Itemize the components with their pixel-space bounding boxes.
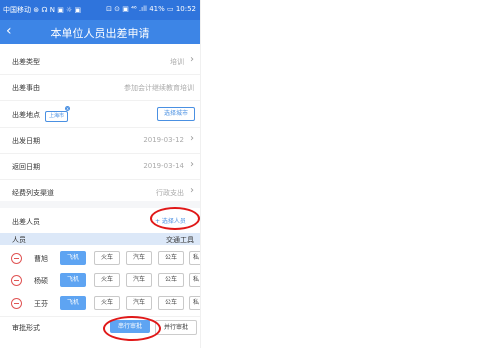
expense-channel-value: 行政支出: [156, 189, 184, 197]
parallel-approval-button[interactable]: 并行审批: [155, 320, 197, 335]
phone-screen: 中国移动 ⊛ ☊ N ▣ ☼ ▣ ⊡ ⊙ ▣ ⁴⁶ .ıll 41% ▭ 10:…: [0, 0, 201, 348]
depart-date-value: 2019-03-12: [143, 136, 184, 144]
transport-chip-car[interactable]: 汽车: [126, 273, 152, 287]
personnel-label: 出差人员: [12, 218, 40, 226]
person-name: 杨硕: [34, 277, 48, 285]
person-name: 曹旭: [34, 255, 48, 263]
trip-reason-value: 参加会计继续教育培训: [124, 84, 194, 92]
trip-type-label: 出差类型: [12, 58, 40, 66]
trip-location-row: 出差地点 上海市 x 选择城市: [0, 100, 200, 128]
remove-person-icon[interactable]: [11, 298, 22, 309]
transport-chip-train[interactable]: 火车: [94, 296, 120, 310]
chevron-right-icon: ›: [190, 54, 194, 65]
transport-chip-official-car[interactable]: 公车: [158, 296, 184, 310]
transport-chip-plane[interactable]: 飞机: [60, 251, 86, 265]
return-date-value: 2019-03-14: [143, 162, 184, 170]
transport-chip-official-car[interactable]: 公车: [158, 251, 184, 265]
depart-date-label: 出发日期: [12, 137, 40, 145]
transport-chip-official-car[interactable]: 公车: [158, 273, 184, 287]
page-title: 本单位人员出差申请: [50, 27, 150, 40]
depart-date-row[interactable]: 出发日期 2019-03-12 ›: [0, 127, 200, 154]
remove-person-icon[interactable]: [11, 253, 22, 264]
transport-chip-plane[interactable]: 飞机: [60, 296, 86, 310]
select-personnel-button[interactable]: + 选择人员: [155, 216, 186, 225]
transport-chip-private[interactable]: 私: [189, 296, 200, 310]
section-divider: [0, 201, 200, 208]
status-bar-left: 中国移动 ⊛ ☊ N ▣ ☼ ▣: [3, 6, 82, 14]
status-bar: 中国移动 ⊛ ☊ N ▣ ☼ ▣ ⊡ ⊙ ▣ ⁴⁶ .ıll 41% ▭ 10:…: [0, 0, 200, 20]
serial-approval-button[interactable]: 串行审批: [110, 320, 150, 333]
chevron-right-icon: ›: [190, 159, 194, 170]
transport-chip-plane[interactable]: 飞机: [60, 273, 86, 287]
person-row: 杨硕 飞机 火车 汽车 公车 私: [0, 269, 200, 291]
status-bar-right: ⊡ ⊙ ▣ ⁴⁶ .ıll 41% ▭ 10:52: [106, 5, 196, 13]
person-row: 王芬 飞机 火车 汽车 公车 私: [0, 292, 200, 314]
trip-type-row[interactable]: 出差类型 培训 ›: [0, 48, 200, 75]
personnel-row: 出差人员 + 选择人员: [0, 208, 200, 233]
person-name: 王芬: [34, 300, 48, 308]
column-transport: 交通工具: [166, 236, 194, 244]
return-date-row[interactable]: 返回日期 2019-03-14 ›: [0, 153, 200, 180]
transport-chip-car[interactable]: 汽车: [126, 296, 152, 310]
trip-reason-row[interactable]: 出差事由 参加会计继续教育培训: [0, 74, 200, 101]
trip-type-value: 培训: [170, 58, 184, 66]
remove-tag-icon[interactable]: x: [65, 106, 70, 111]
approval-label: 审批形式: [12, 324, 40, 332]
column-person: 人员: [12, 236, 26, 244]
person-row: 曹旭 飞机 火车 汽车 公车 私: [0, 247, 200, 269]
return-date-label: 返回日期: [12, 163, 40, 171]
divider: [0, 316, 200, 317]
transport-chip-car[interactable]: 汽车: [126, 251, 152, 265]
transport-chip-train[interactable]: 火车: [94, 251, 120, 265]
chevron-right-icon: ›: [190, 133, 194, 144]
remove-person-icon[interactable]: [11, 275, 22, 286]
expense-channel-label: 经费列支渠道: [12, 189, 54, 197]
city-tag[interactable]: 上海市: [45, 111, 69, 122]
transport-chip-train[interactable]: 火车: [94, 273, 120, 287]
personnel-table-header: 人员 交通工具: [0, 233, 200, 245]
trip-reason-label: 出差事由: [12, 84, 40, 92]
chevron-right-icon: ›: [190, 185, 194, 196]
transport-chip-private[interactable]: 私: [189, 251, 200, 265]
title-bar: ‹ 本单位人员出差申请: [0, 20, 200, 44]
select-city-button[interactable]: 选择城市: [157, 107, 195, 121]
trip-location-label: 出差地点: [12, 111, 40, 119]
transport-chip-private[interactable]: 私: [189, 273, 200, 287]
